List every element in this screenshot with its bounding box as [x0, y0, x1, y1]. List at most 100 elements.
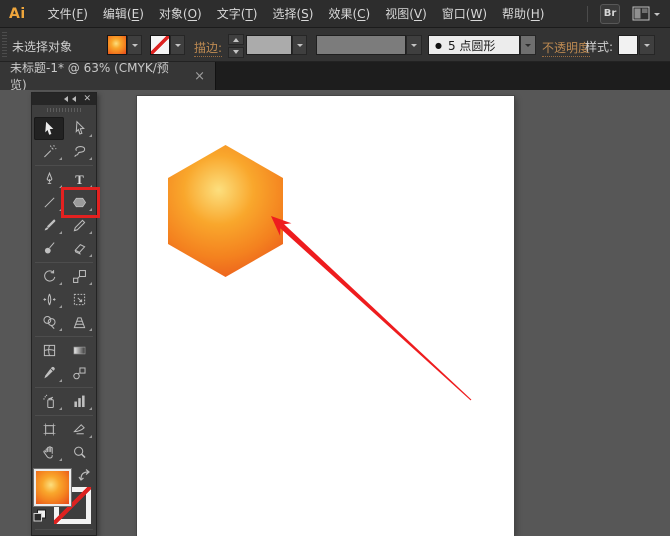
type-tool[interactable]: T	[64, 168, 94, 191]
swap-fill-stroke-icon[interactable]	[78, 468, 93, 482]
magic-wand-tool[interactable]	[34, 140, 64, 163]
slice-tool[interactable]	[64, 418, 94, 441]
flyout-corner-icon	[59, 157, 62, 160]
direct-selection-tool[interactable]	[64, 117, 94, 140]
mesh-icon	[41, 342, 58, 359]
lasso-tool[interactable]	[64, 140, 94, 163]
menu-item-f[interactable]: 文件(F)	[48, 5, 88, 22]
chevron-down-icon	[175, 44, 181, 50]
menu-item-t[interactable]: 文字(T)	[217, 5, 258, 22]
scale-tool[interactable]	[64, 265, 94, 288]
style-label: 样式:	[585, 38, 613, 55]
width-tool[interactable]	[34, 288, 64, 311]
fill-color-swatch[interactable]	[107, 35, 127, 55]
flyout-corner-icon	[59, 458, 62, 461]
eyedropper-tool[interactable]	[34, 362, 64, 385]
artboard[interactable]	[137, 96, 514, 536]
stroke-color-dropdown[interactable]	[170, 35, 185, 55]
flyout-corner-icon	[89, 435, 92, 438]
brush-definition-select[interactable]: ● 5 点圆形	[428, 35, 520, 55]
blend-tool[interactable]	[64, 362, 94, 385]
chevron-down-icon	[297, 44, 303, 50]
blob-brush-tool[interactable]	[34, 237, 64, 260]
menubar-right: Br	[587, 4, 660, 24]
stepper-down-button[interactable]	[228, 47, 244, 58]
paintbrush-tool[interactable]	[34, 214, 64, 237]
stroke-weight-dropdown[interactable]	[292, 35, 307, 55]
pencil-tool[interactable]	[64, 214, 94, 237]
artboard-tool[interactable]	[34, 418, 64, 441]
opacity-panel-link[interactable]: 不透明度	[542, 39, 590, 57]
workspace-switcher[interactable]	[632, 6, 660, 21]
line-segment-tool[interactable]	[34, 191, 64, 214]
fill-indicator-gradient[interactable]	[34, 469, 71, 506]
polygon-tool[interactable]	[64, 191, 94, 214]
tool-grid: T	[32, 117, 96, 464]
pencil-icon	[71, 217, 88, 234]
mesh-tool[interactable]	[34, 339, 64, 362]
tool-row: T	[32, 168, 96, 191]
shape-builder-icon	[41, 314, 58, 331]
column-graph-tool[interactable]	[64, 390, 94, 413]
tools-panel-header: ✕	[32, 93, 96, 105]
style-swatch[interactable]	[618, 35, 638, 55]
panel-grip[interactable]	[47, 108, 81, 112]
blend-icon	[71, 365, 88, 382]
zoom-icon	[71, 444, 88, 461]
panel-close-icon[interactable]: ✕	[83, 95, 91, 104]
stepper-up-button[interactable]	[228, 34, 244, 45]
tool-group-divider	[35, 387, 93, 388]
pen-tool[interactable]	[34, 168, 64, 191]
bridge-button[interactable]: Br	[600, 4, 620, 24]
menu-item-s[interactable]: 选择(S)	[272, 5, 313, 22]
default-fill-stroke-icon[interactable]	[33, 509, 47, 523]
selection-icon	[41, 120, 58, 137]
control-bar-grip[interactable]	[2, 32, 7, 57]
perspective-grid-tool[interactable]	[64, 311, 94, 334]
magic-wand-icon	[41, 143, 58, 160]
flyout-corner-icon	[59, 379, 62, 382]
free-transform-tool[interactable]	[64, 288, 94, 311]
direct-selection-icon	[71, 120, 88, 137]
rotate-tool[interactable]	[34, 265, 64, 288]
style-dropdown[interactable]	[639, 35, 655, 55]
tab-close-icon[interactable]: ×	[194, 69, 205, 84]
menu-item-h[interactable]: 帮助(H)	[502, 5, 544, 22]
symbol-sprayer-tool[interactable]	[34, 390, 64, 413]
menu-item-e[interactable]: 编辑(E)	[103, 5, 144, 22]
document-tab[interactable]: 未标题-1* @ 63% (CMYK/预览) ×	[0, 62, 216, 90]
eraser-tool[interactable]	[64, 237, 94, 260]
tool-row	[32, 191, 96, 214]
chevron-down-icon	[644, 44, 650, 50]
tool-row	[32, 265, 96, 288]
stroke-weight-input[interactable]	[246, 35, 292, 55]
hand-icon	[41, 444, 58, 461]
width-profile-select[interactable]	[316, 35, 406, 55]
brush-definition-dropdown[interactable]	[520, 35, 536, 55]
stroke-panel-link[interactable]: 描边:	[194, 39, 222, 57]
collapse-panel-icon[interactable]	[61, 96, 76, 102]
tool-row	[32, 140, 96, 163]
menu-item-c[interactable]: 效果(C)	[328, 5, 370, 22]
width-profile-dropdown[interactable]	[406, 35, 422, 55]
menu-item-w[interactable]: 窗口(W)	[442, 5, 487, 22]
scale-icon	[71, 268, 88, 285]
brush-dot-icon: ●	[435, 41, 442, 50]
hand-tool[interactable]	[34, 441, 64, 464]
line-segment-icon	[41, 194, 58, 211]
free-transform-icon	[71, 291, 88, 308]
flyout-corner-icon	[59, 305, 62, 308]
stroke-color-swatch[interactable]	[150, 35, 170, 55]
stroke-weight-stepper[interactable]	[228, 34, 244, 56]
zoom-tool[interactable]	[64, 441, 94, 464]
fill-color-dropdown[interactable]	[127, 35, 142, 55]
workspace-layout-icon	[632, 6, 650, 21]
chevron-down-icon	[654, 13, 660, 19]
menu-item-v[interactable]: 视图(V)	[385, 5, 427, 22]
menu-item-o[interactable]: 对象(O)	[159, 5, 202, 22]
tool-row	[32, 339, 96, 362]
shape-builder-tool[interactable]	[34, 311, 64, 334]
flyout-corner-icon	[59, 328, 62, 331]
gradient-tool[interactable]	[64, 339, 94, 362]
selection-tool[interactable]	[34, 117, 64, 140]
